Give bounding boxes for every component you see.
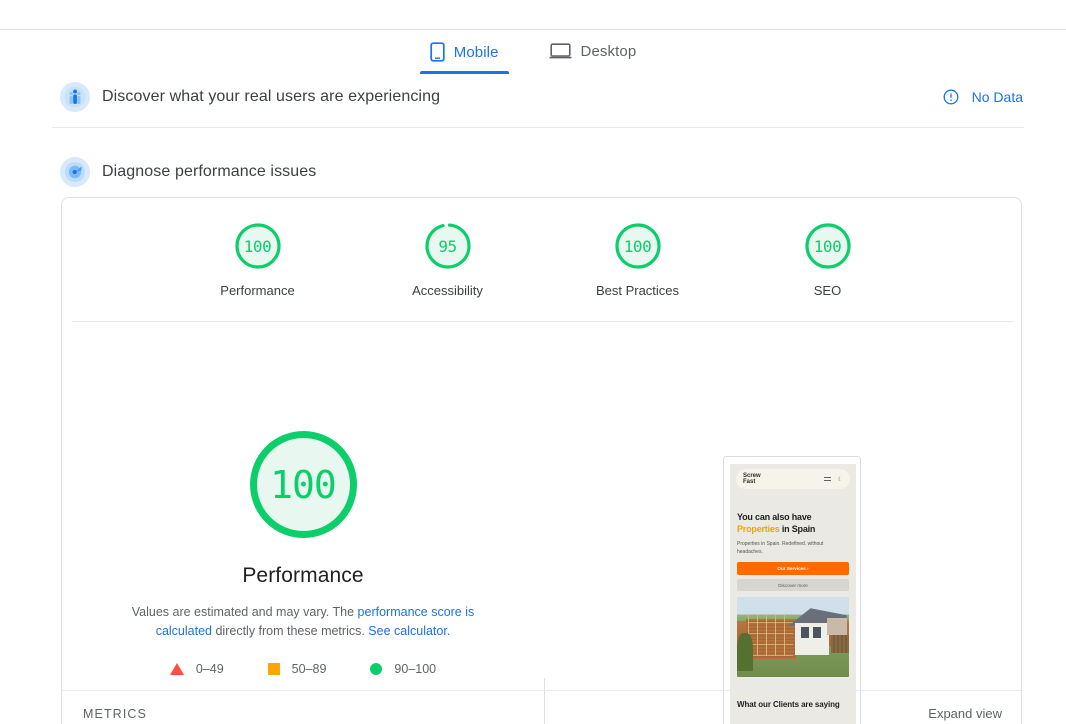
tab-desktop[interactable]: Desktop bbox=[539, 38, 647, 72]
score-legend: 0–49 50–89 90–100 bbox=[169, 662, 436, 676]
hero-desc-pre: Values are estimated and may vary. The bbox=[131, 605, 358, 619]
thumbnail-heading-pre: You can also have bbox=[737, 512, 812, 522]
thumbnail-site-header: Screw Fast ☾ bbox=[736, 469, 850, 489]
performance-score-label: Performance bbox=[220, 283, 295, 298]
thumbnail-heading: You can also have Properties in Spain bbox=[737, 511, 849, 535]
pagespeed-insights-report: Mobile Desktop Discover what your real u… bbox=[0, 0, 1066, 724]
device-tabs: Mobile Desktop bbox=[0, 38, 1066, 74]
score-summary-strip: 100 Performance 95 Accessibility 100 Bes… bbox=[62, 198, 1021, 321]
legend-item-average: 50–89 bbox=[267, 662, 327, 676]
thumbnail-heading-highlight: Properties bbox=[737, 524, 780, 534]
legend-label-poor: 0–49 bbox=[195, 662, 224, 676]
score-accessibility[interactable]: 95 Accessibility bbox=[388, 220, 508, 298]
see-calculator-link[interactable]: See calculator. bbox=[368, 624, 450, 638]
circle-marker-icon bbox=[370, 663, 383, 675]
legend-item-poor: 0–49 bbox=[169, 662, 224, 676]
legend-label-average: 50–89 bbox=[291, 662, 327, 676]
field-data-section: Discover what your real users are experi… bbox=[0, 80, 1066, 114]
best-practices-score-label: Best Practices bbox=[595, 283, 680, 298]
thumbnail-subtext: Properties in Spain. Redefined. without … bbox=[737, 541, 824, 555]
best-practices-gauge-ring: 100 bbox=[612, 220, 664, 272]
laptop-icon bbox=[549, 42, 572, 60]
triangle-marker-icon bbox=[169, 663, 184, 675]
card-footer: METRICS Expand view bbox=[62, 690, 1021, 724]
score-performance[interactable]: 100 Performance bbox=[198, 220, 318, 298]
field-data-title: Discover what your real users are experi… bbox=[102, 88, 441, 105]
metrics-label: METRICS bbox=[83, 706, 147, 721]
field-data-status[interactable]: No Data bbox=[943, 89, 1023, 105]
photo-bush bbox=[737, 633, 753, 672]
thumbnail-heading-post: in Spain bbox=[779, 524, 816, 534]
seo-score-label: SEO bbox=[813, 283, 842, 298]
thumbnail-logo: Screw Fast bbox=[743, 473, 761, 485]
hero-section: 100 Performance Values are estimated and… bbox=[62, 322, 1021, 724]
users-group-icon bbox=[60, 82, 90, 112]
seo-gauge-ring: 100 bbox=[802, 220, 854, 272]
tab-mobile[interactable]: Mobile bbox=[419, 38, 509, 74]
legend-item-good: 90–100 bbox=[370, 662, 436, 676]
square-marker-icon bbox=[267, 663, 280, 675]
thumbnail-secondary-button: Discover more bbox=[737, 579, 849, 591]
expand-view-button[interactable]: Expand view bbox=[928, 706, 1002, 721]
photo-background-house bbox=[826, 617, 847, 636]
photo-scaffolding bbox=[748, 614, 793, 657]
no-data-label: No Data bbox=[971, 89, 1023, 105]
hamburger-menu-icon bbox=[823, 476, 831, 482]
lab-data-section: Diagnose performance issues bbox=[0, 155, 1066, 189]
lab-data-title: Diagnose performance issues bbox=[102, 163, 317, 180]
theme-toggle-icon: ☾ bbox=[837, 476, 843, 483]
hero-score-description: Values are estimated and may vary. The p… bbox=[103, 603, 503, 641]
legend-label-good: 90–100 bbox=[394, 662, 437, 676]
seo-score-value: 100 bbox=[813, 236, 842, 256]
photo-window-right bbox=[813, 627, 821, 638]
thumbnail-canvas: Screw Fast ☾ You can also have Propertie… bbox=[730, 464, 856, 724]
performance-gauge-ring: 100 bbox=[232, 220, 284, 272]
field-data-divider bbox=[52, 127, 1024, 128]
hero-performance-block: 100 Performance Values are estimated and… bbox=[62, 322, 544, 692]
page-screenshot-thumbnail[interactable]: Screw Fast ☾ You can also have Propertie… bbox=[723, 456, 861, 724]
thumbnail-hero-photo bbox=[737, 597, 849, 677]
thumbnail-header-icons: ☾ bbox=[823, 476, 843, 483]
hero-desc-mid: directly from these metrics. bbox=[212, 624, 369, 638]
hero-score-value: 100 bbox=[270, 462, 337, 507]
hero-score-title: Performance bbox=[242, 564, 364, 587]
photo-window-left bbox=[800, 627, 809, 638]
accessibility-score-label: Accessibility bbox=[412, 283, 483, 298]
photo-fence bbox=[831, 635, 849, 653]
score-best-practices[interactable]: 100 Best Practices bbox=[578, 220, 698, 298]
tab-mobile-label: Mobile bbox=[453, 43, 499, 61]
tab-active-indicator bbox=[419, 71, 509, 74]
gauge-speedometer-icon bbox=[60, 157, 90, 187]
performance-score-value: 100 bbox=[243, 236, 272, 256]
mobile-phone-icon bbox=[430, 42, 445, 62]
info-circle-icon bbox=[943, 89, 959, 105]
best-practices-score-value: 100 bbox=[623, 236, 652, 256]
hero-gauge-ring: 100 bbox=[246, 427, 361, 542]
lighthouse-report-card: 100 Performance 95 Accessibility 100 Bes… bbox=[61, 197, 1022, 724]
thumbnail-logo-line2: Fast bbox=[743, 479, 756, 485]
tab-desktop-label: Desktop bbox=[580, 42, 637, 60]
top-divider bbox=[0, 29, 1066, 30]
accessibility-gauge-ring: 95 bbox=[422, 220, 474, 272]
score-seo[interactable]: 100 SEO bbox=[768, 220, 888, 298]
thumbnail-primary-button: Our Services › bbox=[737, 562, 849, 575]
accessibility-score-value: 95 bbox=[438, 236, 457, 256]
